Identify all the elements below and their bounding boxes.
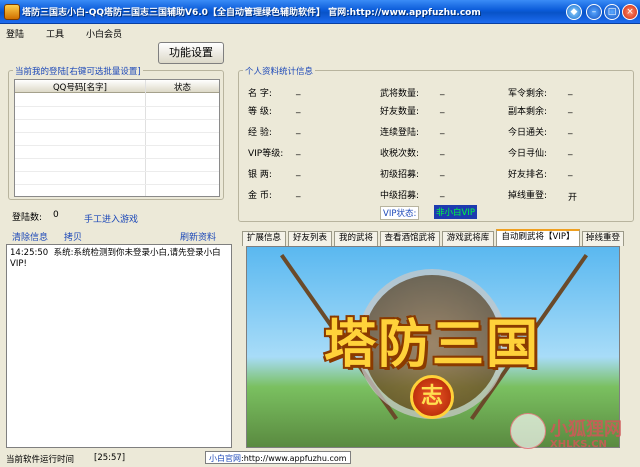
stats-group-title: 个人资料统计信息	[243, 65, 316, 77]
tab-auto-refresh-vip[interactable]: 自动刷武将【VIP】	[496, 229, 580, 247]
maximize-button[interactable]: □	[604, 4, 620, 20]
site-watermark: 小狐狸网 XHLKS.CN	[510, 413, 636, 459]
tab-extended-info[interactable]: 扩展信息	[242, 231, 286, 246]
runtime-label: 当前软件运行时间	[6, 455, 75, 465]
site-label: 小白官网	[209, 454, 241, 463]
stat-name-label: 名 字:	[248, 89, 272, 99]
stat-orders-value: _	[568, 86, 573, 96]
stat-seek-label: 今日寻仙:	[508, 149, 548, 159]
tab-tavern-generals[interactable]: 查看酒馆武将	[380, 231, 440, 246]
clear-info-link[interactable]: 清除信息	[12, 230, 48, 243]
stat-rank-label: 好友排名:	[508, 170, 548, 180]
stat-level-label: 等 级:	[248, 107, 272, 117]
manual-login-link[interactable]: 手工进入游戏	[84, 212, 138, 225]
stat-mid-recruit-label: 中级招募:	[380, 191, 420, 201]
stat-name-value: _	[296, 86, 301, 96]
stat-mid-recruit-value: _	[440, 188, 445, 198]
stat-basic-recruit-label: 初级招募:	[380, 170, 420, 180]
tab-friends[interactable]: 好友列表	[288, 231, 332, 246]
menu-login[interactable]: 登陆	[6, 27, 24, 40]
vip-status-badge: 非小白VIP	[434, 205, 477, 219]
stat-gold-value: _	[296, 188, 301, 198]
log-output[interactable]: 14:25:50 系统:系统检测到你未登录小白,请先登录小白VIP!	[6, 244, 232, 448]
minimize-button[interactable]: –	[586, 4, 602, 20]
shield-icon[interactable]: ◆	[566, 4, 582, 20]
stat-silver-label: 银 两:	[248, 170, 272, 180]
table-row	[15, 119, 219, 120]
stat-login-streak-label: 连续登陆:	[380, 128, 420, 138]
official-site-link[interactable]: 小白官网:http://www.appfuzhu.com	[205, 451, 351, 464]
table-row	[15, 106, 219, 107]
app-icon	[4, 4, 20, 20]
banner-title: 塔防三国	[323, 314, 540, 375]
title-bar[interactable]: 塔防三国志小白-QQ塔防三国志三国辅助V6.0【全自动管理绿色辅助软件】 官网:…	[0, 0, 640, 24]
stat-friends-value: _	[440, 104, 445, 114]
site-url: :http://www.appfuzhu.com	[241, 454, 347, 463]
table-row	[15, 171, 219, 172]
banner-seal: 志	[410, 375, 454, 419]
tab-general-library[interactable]: 游戏武将库	[442, 231, 494, 246]
stat-dungeon-label: 副本剩余:	[508, 107, 548, 117]
refresh-link[interactable]: 刷新资料	[180, 230, 216, 243]
tab-my-generals[interactable]: 我的武将	[334, 231, 378, 246]
copy-link[interactable]: 拷贝	[64, 230, 82, 243]
stat-vip-level-value: _	[296, 146, 301, 156]
stat-dungeon-value: _	[568, 104, 573, 114]
watermark-title: 小狐狸网	[550, 419, 622, 440]
column-divider	[145, 80, 146, 196]
login-count-value: 0	[53, 210, 59, 220]
vip-status-label: VIP状态:	[380, 206, 420, 220]
stat-gold-label: 金 币:	[248, 191, 272, 201]
settings-button[interactable]: 功能设置	[158, 42, 224, 64]
stat-clear-value: _	[568, 125, 573, 135]
tab-reconnect[interactable]: 掉线重登	[582, 231, 624, 246]
login-group-title: 当前我的登陆[右键可选批量设置]	[13, 65, 143, 77]
close-button[interactable]: ×	[622, 4, 638, 20]
window-title: 塔防三国志小白-QQ塔防三国志三国辅助V6.0【全自动管理绿色辅助软件】 官网:…	[22, 8, 481, 18]
stat-exp-label: 经 验:	[248, 128, 272, 138]
table-row	[15, 132, 219, 133]
log-time: 14:25:50	[10, 248, 49, 258]
table-row	[15, 145, 219, 146]
menu-vip[interactable]: 小白会员	[86, 27, 122, 40]
stat-tax-value: _	[440, 146, 445, 156]
stat-generals-value: _	[440, 86, 445, 96]
stat-level-value: _	[296, 104, 301, 114]
stat-exp-value: _	[296, 125, 301, 135]
table-row	[15, 184, 219, 185]
column-qq[interactable]: QQ号码[名字]	[15, 81, 145, 93]
menu-tools[interactable]: 工具	[46, 27, 64, 40]
stat-basic-recruit-value: _	[440, 167, 445, 177]
stat-rank-value: _	[568, 167, 573, 177]
fox-logo-icon	[510, 413, 546, 449]
login-group: 当前我的登陆[右键可选批量设置] QQ号码[名字] 状态	[8, 65, 224, 200]
table-row	[15, 158, 219, 159]
stat-clear-label: 今日通关:	[508, 128, 548, 138]
stat-reconnect-value: 开	[568, 193, 578, 203]
account-list[interactable]: QQ号码[名字] 状态	[14, 79, 220, 197]
stat-orders-label: 军令剩余:	[508, 89, 548, 99]
login-count-label: 登陆数:	[12, 213, 43, 223]
stat-seek-value: _	[568, 146, 573, 156]
stat-friends-label: 好友数量:	[380, 107, 420, 117]
watermark-domain: XHLKS.CN	[550, 439, 607, 450]
column-status[interactable]: 状态	[146, 81, 219, 93]
stat-login-streak-value: _	[440, 125, 445, 135]
stat-vip-level-label: VIP等级:	[248, 149, 284, 159]
stat-silver-value: _	[296, 167, 301, 177]
account-list-header: QQ号码[名字] 状态	[15, 80, 219, 93]
stat-reconnect-label: 掉线重登:	[508, 191, 548, 201]
runtime-value: [25:57]	[94, 453, 126, 463]
menu-bar: 登陆 工具 小白会员	[0, 24, 640, 41]
stat-generals-label: 武将数量:	[380, 89, 420, 99]
stat-tax-label: 收税次数:	[380, 149, 420, 159]
